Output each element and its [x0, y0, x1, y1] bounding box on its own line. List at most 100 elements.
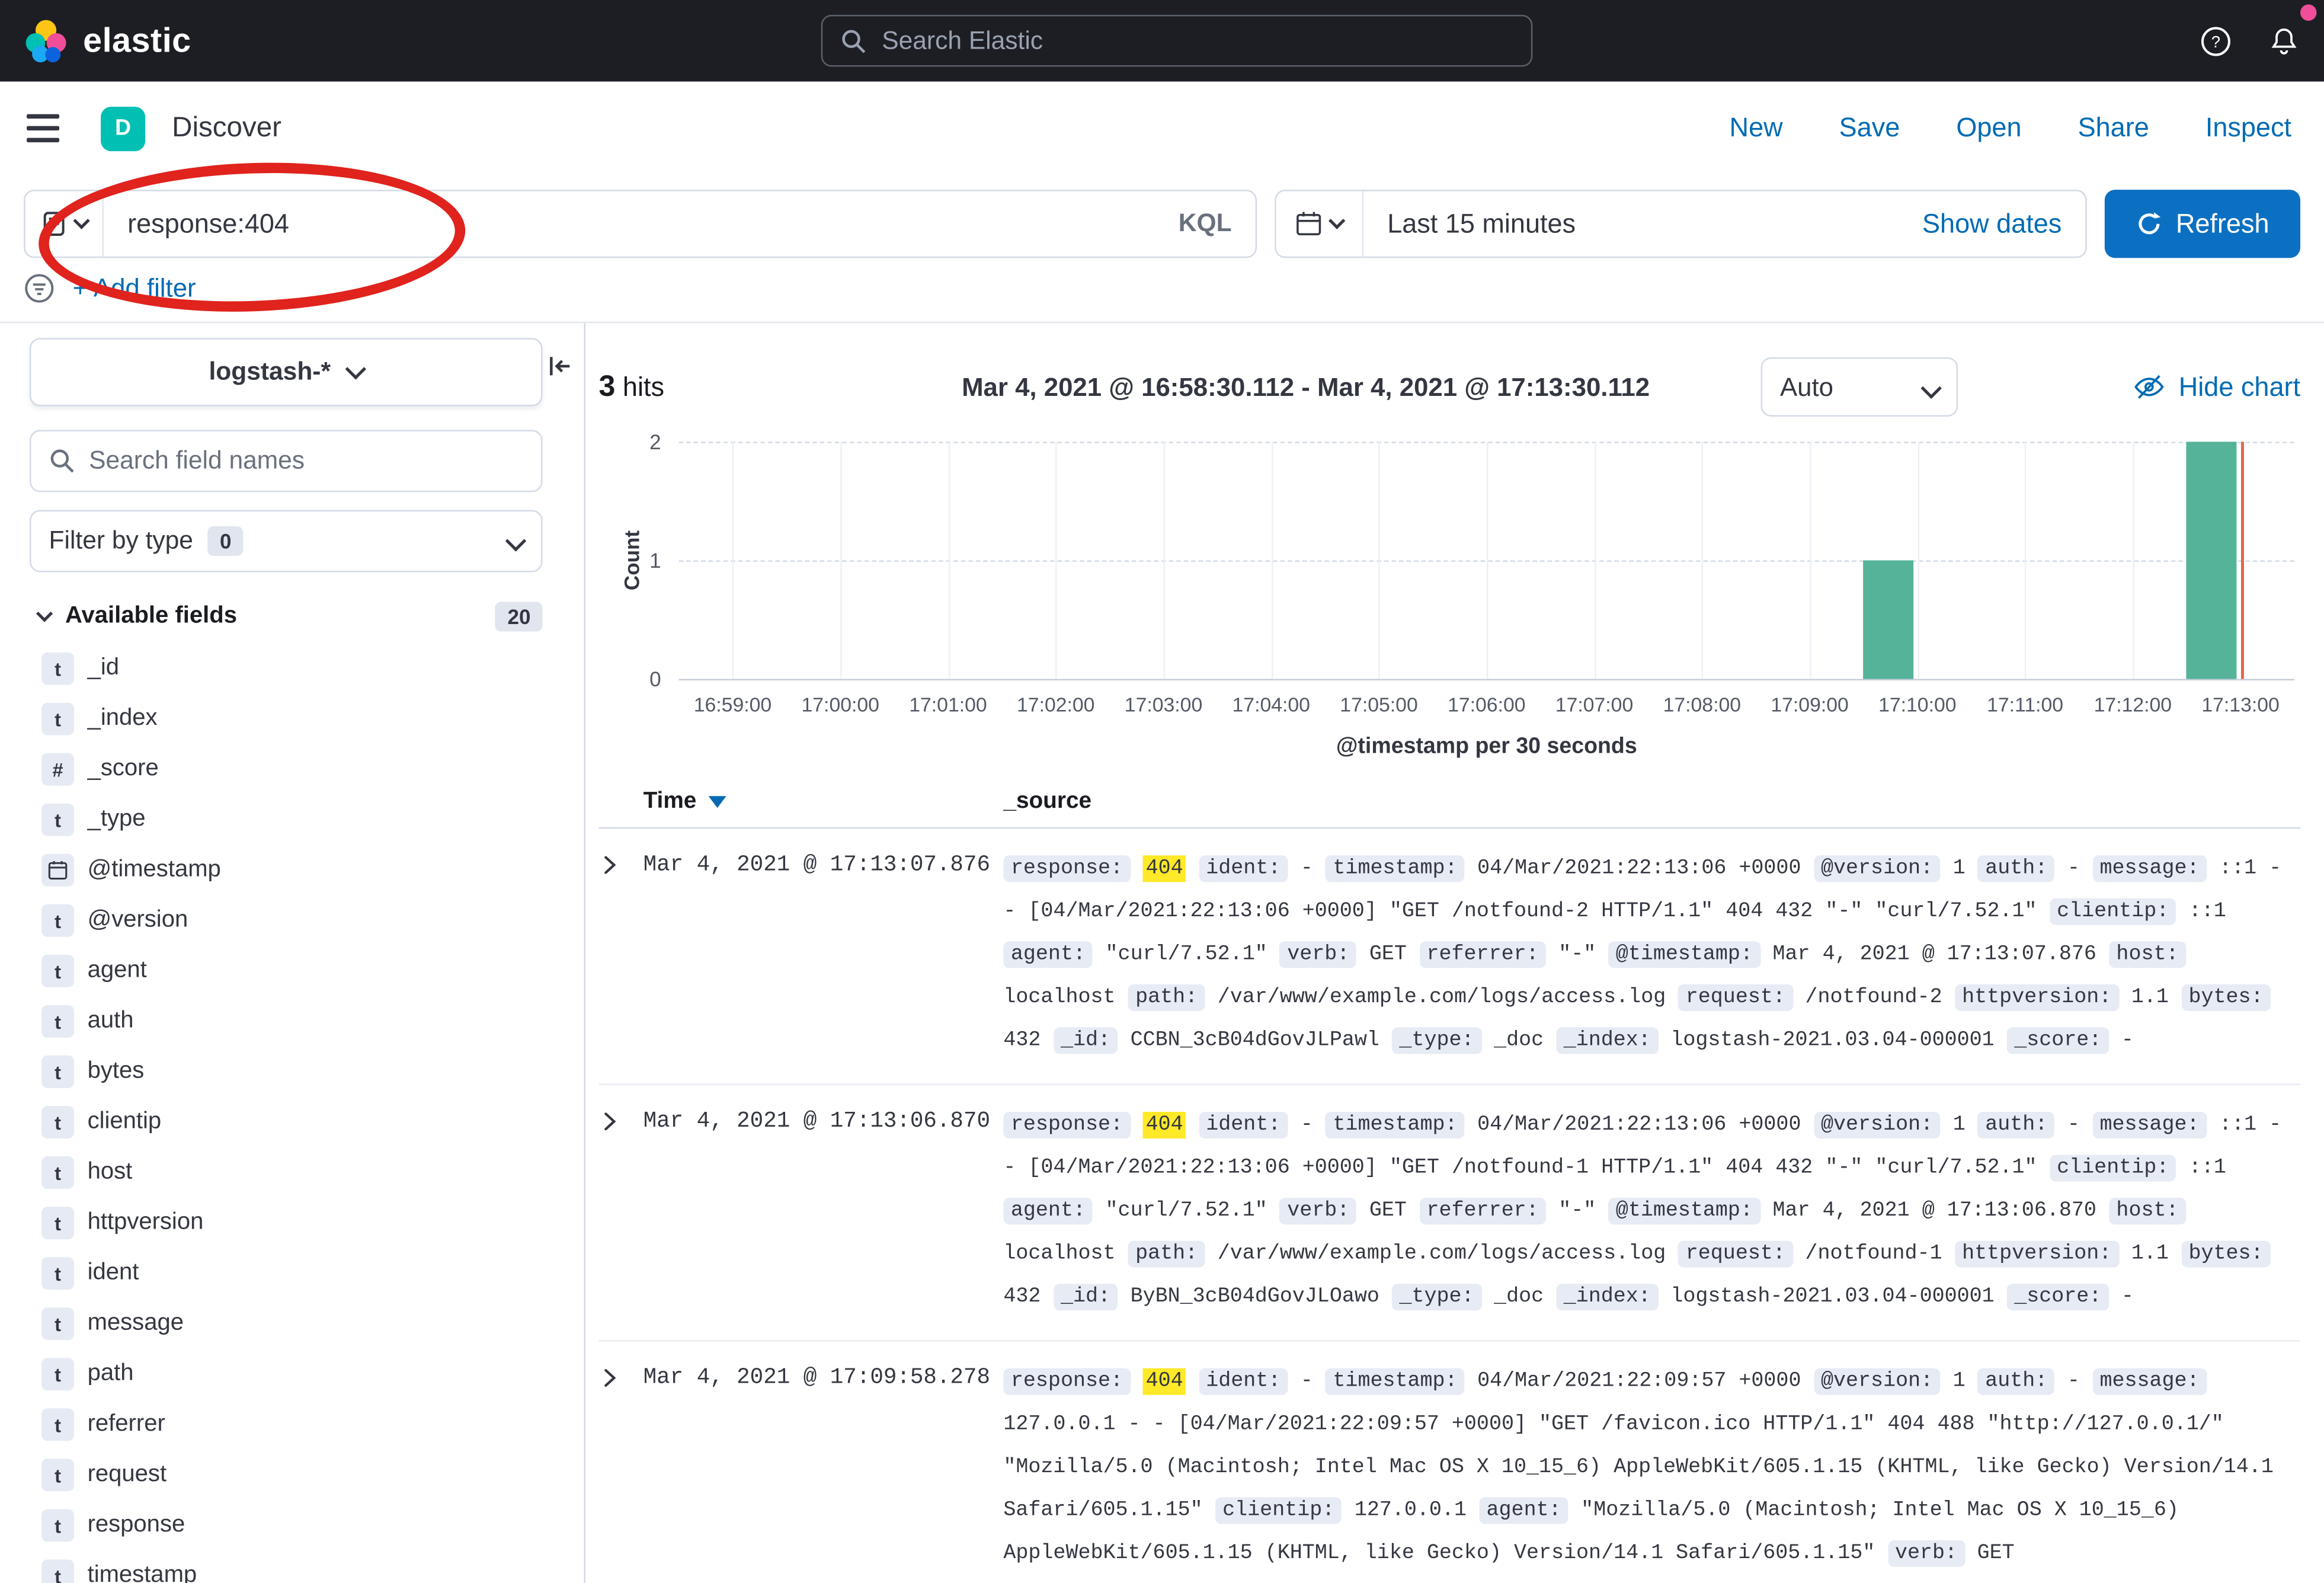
field-search-input[interactable]: Search field names: [30, 430, 542, 492]
expand-row-button[interactable]: [599, 854, 622, 881]
text-field-icon: t: [41, 1358, 74, 1390]
chart-gridline: [1487, 442, 1488, 679]
field-item[interactable]: thttpversion: [30, 1198, 542, 1248]
field-value: -: [2067, 857, 2080, 881]
app-badge[interactable]: D: [101, 106, 145, 151]
doc-table: Time _source Mar 4, 2021 @ 17:13:07.876r…: [599, 789, 2300, 1583]
field-value: GET: [1977, 1542, 2015, 1565]
field-pill: agent:: [1479, 1497, 1568, 1524]
field-name: message: [88, 1310, 184, 1337]
sort-desc-icon[interactable]: [708, 796, 726, 808]
field-pill: agent:: [1003, 1198, 1093, 1224]
field-item[interactable]: ttimestamp: [30, 1550, 542, 1583]
save-button[interactable]: Save: [1839, 113, 1900, 144]
field-pill: ident:: [1199, 1368, 1288, 1395]
field-name: @timestamp: [88, 857, 221, 884]
x-axis-label: 17:03:00: [1125, 694, 1202, 717]
hide-chart-link[interactable]: Hide chart: [2133, 370, 2300, 403]
field-pill: clientip:: [2050, 1155, 2176, 1182]
expand-row-button[interactable]: [599, 1367, 622, 1393]
add-filter-link[interactable]: + Add filter: [73, 273, 196, 304]
field-pill: message:: [2092, 855, 2207, 882]
chart-gridline: [1810, 442, 1811, 679]
field-item[interactable]: treferrer: [30, 1399, 542, 1450]
field-pill: verb:: [1280, 1198, 1357, 1224]
date-quick-select-button[interactable]: [1276, 191, 1364, 257]
field-name: httpversion: [88, 1210, 204, 1236]
filter-icon[interactable]: [24, 273, 55, 304]
field-name: agent: [88, 958, 147, 984]
filter-by-type-label: Filter by type: [49, 526, 193, 556]
field-item[interactable]: tpath: [30, 1349, 542, 1399]
time-range-value[interactable]: Last 15 minutes: [1387, 208, 1576, 239]
field-item[interactable]: tclientip: [30, 1097, 542, 1147]
chart-gridline: [1164, 442, 1166, 679]
histogram-bar[interactable]: [2187, 442, 2236, 679]
text-field-icon: t: [41, 1156, 74, 1189]
refresh-button[interactable]: Refresh: [2105, 190, 2300, 258]
field-item[interactable]: @timestamp: [30, 845, 542, 896]
field-name: auth: [88, 1008, 134, 1035]
new-button[interactable]: New: [1730, 113, 1783, 144]
query-language-button[interactable]: KQL: [1179, 209, 1232, 239]
field-item[interactable]: #_score: [30, 744, 542, 795]
show-dates-link[interactable]: Show dates: [1922, 208, 2061, 239]
global-search-input[interactable]: Search Elastic: [821, 15, 1533, 67]
brand-name: elastic: [83, 21, 191, 61]
field-pill: request:: [1678, 1241, 1792, 1268]
time-column-header[interactable]: Time: [644, 789, 1004, 816]
field-name: response: [88, 1512, 185, 1539]
field-item[interactable]: trequest: [30, 1450, 542, 1500]
saved-query-icon: [41, 210, 68, 237]
field-item[interactable]: t_id: [30, 644, 542, 694]
interval-select[interactable]: Auto: [1760, 357, 1958, 417]
field-item[interactable]: tbytes: [30, 1047, 542, 1097]
field-item[interactable]: tresponse: [30, 1500, 542, 1550]
inspect-button[interactable]: Inspect: [2205, 113, 2291, 144]
text-field-icon: t: [41, 1408, 74, 1441]
query-bar: response:404 KQL Last 15 minutes Show da…: [0, 175, 2324, 273]
histogram-bar[interactable]: [1864, 560, 1913, 679]
field-item[interactable]: t_type: [30, 795, 542, 845]
collapse-sidebar-button[interactable]: [545, 353, 572, 387]
field-value: /notfound-1: [1805, 1242, 1942, 1266]
field-item[interactable]: t_index: [30, 694, 542, 744]
field-item[interactable]: tmessage: [30, 1299, 542, 1349]
text-field-icon: t: [41, 703, 74, 735]
field-value: 1: [1953, 1113, 1966, 1137]
field-item[interactable]: t@version: [30, 896, 542, 946]
query-input[interactable]: response:404 KQL: [24, 190, 1257, 258]
field-item[interactable]: tauth: [30, 996, 542, 1047]
discover-page: elastic Search Elastic ? D Discover: [0, 0, 2324, 1583]
menu-icon[interactable]: [24, 108, 62, 149]
field-pill: _id:: [1053, 1027, 1118, 1054]
chevron-down-icon: [36, 605, 53, 621]
available-fields-header[interactable]: Available fields 20: [30, 602, 542, 632]
field-item[interactable]: tagent: [30, 946, 542, 996]
collapse-left-icon: [545, 353, 572, 379]
help-icon[interactable]: ?: [2200, 24, 2232, 57]
field-value: /notfound-2: [1805, 986, 1942, 1009]
x-axis-label: 17:10:00: [1878, 694, 1956, 717]
open-button[interactable]: Open: [1956, 113, 2021, 144]
field-item[interactable]: tident: [30, 1248, 542, 1299]
field-value: 432: [1003, 1029, 1041, 1053]
filter-by-type-select[interactable]: Filter by type 0: [30, 510, 542, 572]
alerts-bell-icon[interactable]: [2268, 24, 2300, 57]
doc-timestamp: Mar 4, 2021 @ 17:13:07.876: [644, 848, 1004, 878]
saved-query-menu-button[interactable]: [25, 191, 104, 257]
query-text[interactable]: response:404: [127, 208, 289, 239]
chart-gridline: [732, 442, 734, 679]
x-axis-label: 17:02:00: [1017, 694, 1094, 717]
notification-dot: [2300, 5, 2317, 21]
field-item[interactable]: thost: [30, 1147, 542, 1198]
elastic-brand[interactable]: elastic: [24, 18, 191, 63]
expand-row-button[interactable]: [599, 1110, 622, 1137]
field-name: @version: [88, 907, 188, 934]
field-pill: _id:: [1053, 1284, 1118, 1310]
x-axis-label: 17:01:00: [909, 694, 987, 717]
field-pill: httpversion:: [1955, 984, 2119, 1011]
share-button[interactable]: Share: [2078, 113, 2149, 144]
index-pattern-select[interactable]: logstash-*: [30, 338, 542, 406]
field-pill: host:: [2109, 1198, 2186, 1224]
